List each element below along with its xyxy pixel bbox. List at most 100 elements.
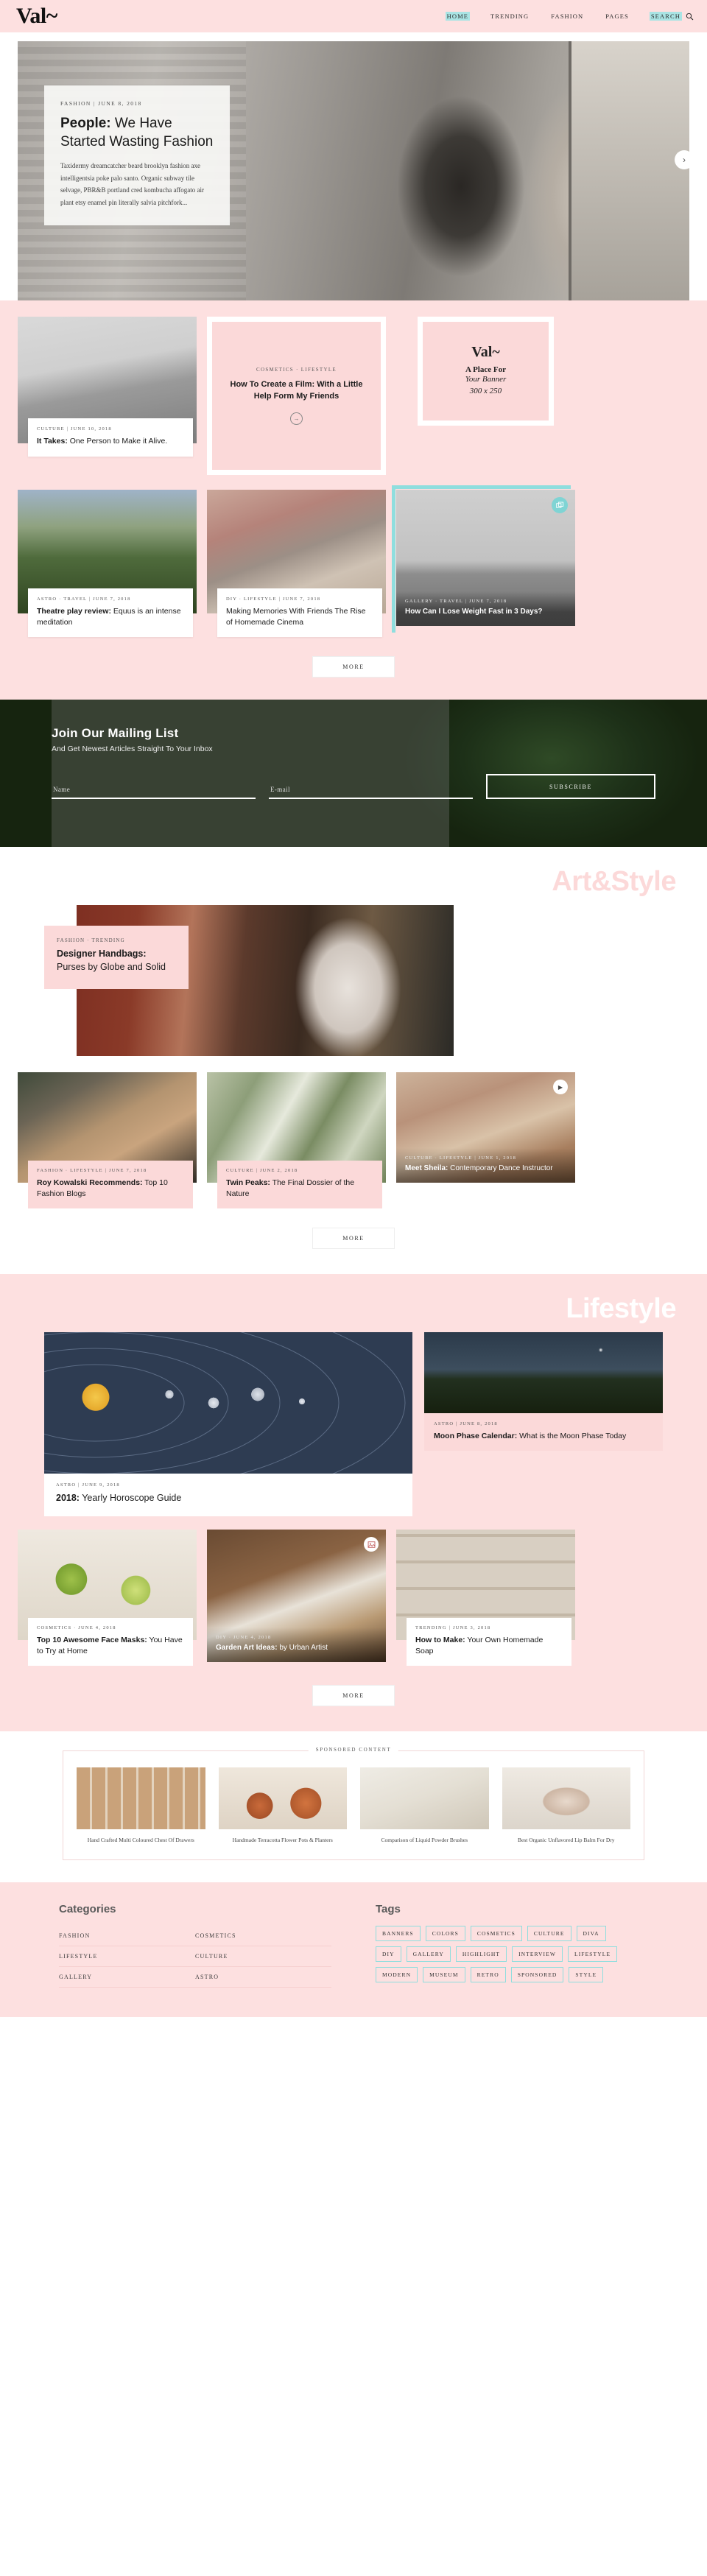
search-toggle[interactable]: SEARCH [649,12,694,21]
hero-title[interactable]: People: We Have Started Wasting Fashion [60,114,214,151]
category-row: LIFESTYLE CULTURE [59,1946,331,1967]
site-logo[interactable]: Val~ [16,5,57,27]
tag-chip[interactable]: SPONSORED [510,1966,564,1982]
card-caption: ASTRO | JUNE 9, 2018 2018: Yearly Horosc… [44,1473,412,1517]
tag-chip[interactable]: LIFESTYLE [568,1946,618,1962]
card-roy-kowalski[interactable]: FASHION · LIFESTYLE | JUNE 7, 2018 Roy K… [18,1072,197,1208]
tag-chip[interactable]: INTERVIEW [512,1946,563,1962]
card-it-takes[interactable]: CULTURE | JUNE 10, 2018 It Takes: One Pe… [18,317,197,475]
picture-icon[interactable] [364,1537,379,1552]
sponsored-item[interactable]: Best Organic Unflavored Lip Balm For Dry [502,1767,630,1845]
art-feature[interactable]: FASHION · TRENDING Designer Handbags: Pu… [18,905,689,1057]
ad-banner-slot[interactable]: Val~ A Place For Your Banner 300 x 250 [396,317,575,475]
subscribe-button[interactable]: SUBSCRIBE [486,774,655,800]
play-icon[interactable]: ▶ [553,1080,568,1095]
sponsored-image [502,1767,630,1829]
tag-chip[interactable]: STYLE [569,1966,604,1982]
card-title[interactable]: How to Make: Your Own Homemade Soap [415,1635,563,1656]
card-title[interactable]: Top 10 Awesome Face Masks: You Have to T… [37,1635,184,1656]
email-input[interactable] [269,786,473,800]
newsletter-subheading: And Get Newest Articles Straight To Your… [52,745,213,754]
card-title[interactable]: Meet Sheila: Contemporary Dance Instruct… [405,1164,566,1174]
tag-chip[interactable]: BANNERS [376,1925,421,1941]
sponsored-item[interactable]: Comparison of Liquid Powder Brushes [360,1767,489,1845]
art-feature-title[interactable]: Designer Handbags: Purses by Globe and S… [57,948,176,974]
category-link[interactable]: CULTURE [195,1953,331,1960]
newsletter-form: SUBSCRIBE [52,774,655,800]
card-homemade-soap[interactable]: TRENDING | JUNE 3, 2018 How to Make: You… [396,1530,575,1666]
card-title[interactable]: Making Memories With Friends The Rise of… [226,606,373,627]
card-meet-sheila[interactable]: ▶ CULTURE · LIFESTYLE | JUNE 1, 2018 Mee… [396,1072,575,1208]
tag-chip[interactable]: COLORS [425,1925,465,1941]
card-title-rest: One Person to Make it Alive. [67,437,168,446]
card-title-bold: How to Make: [415,1636,465,1645]
card-caption: CULTURE | JUNE 10, 2018 It Takes: One Pe… [28,418,193,457]
tag-chip[interactable]: MODERN [376,1966,418,1982]
card-caption: TRENDING | JUNE 3, 2018 How to Make: You… [407,1618,571,1666]
category-link[interactable]: LIFESTYLE [59,1953,195,1960]
tag-chip[interactable]: GALLERY [406,1946,451,1962]
nav-item-trending[interactable]: TRENDING [489,12,530,21]
hero-post[interactable]: FASHION | JUNE 8, 2018 People: We Have S… [18,41,689,300]
trending-top-row: CULTURE | JUNE 10, 2018 It Takes: One Pe… [18,317,689,475]
orbit-lines [44,1331,406,1474]
sponsored-title: Best Organic Unflavored Lip Balm For Dry [517,1836,615,1843]
card-caption: CULTURE · LIFESTYLE | JUNE 1, 2018 Meet … [396,1148,575,1183]
card-title[interactable]: Moon Phase Calendar: What is the Moon Ph… [434,1431,653,1442]
ad-banner-line2: Your Banner [465,375,507,384]
art-style-section: Art&Style FASHION · TRENDING Designer Ha… [0,847,707,1274]
nav-item-search[interactable]: SEARCH [649,12,682,21]
hero-next-arrow[interactable]: › [675,150,689,169]
nav-item-fashion[interactable]: FASHION [549,12,585,21]
card-moon-phase[interactable]: ASTRO | JUNE 8, 2018 Moon Phase Calendar… [424,1331,663,1517]
card-title[interactable]: 2018: Yearly Horoscope Guide [56,1492,401,1505]
tag-chip[interactable]: CULTURE [527,1925,571,1941]
card-face-masks[interactable]: COSMETICS · JUNE 4, 2018 Top 10 Awesome … [18,1530,197,1666]
tag-chip[interactable]: DIVA [576,1925,606,1941]
nav-item-pages[interactable]: PAGES [604,12,630,21]
promo-card-film[interactable]: COSMETICS · LIFESTYLE How To Create a Fi… [207,317,386,475]
card-meta: CULTURE · LIFESTYLE | JUNE 1, 2018 [405,1155,517,1161]
more-button-lifestyle[interactable]: MORE [312,1684,395,1706]
card-caption: COSMETICS · JUNE 4, 2018 Top 10 Awesome … [28,1618,193,1666]
tag-chip[interactable]: COSMETICS [470,1925,522,1941]
sponsored-item[interactable]: Handmade Terracotta Flower Pots & Plante… [218,1767,347,1845]
card-title-rest: by Urban Artist [277,1644,328,1653]
hero-excerpt: Taxidermy dreamcatcher beard brooklyn fa… [60,162,205,207]
category-link[interactable]: GALLERY [59,1974,195,1980]
footer-categories: Categories FASHION COSMETICS LIFESTYLE C… [59,1903,331,1988]
sponsored-item[interactable]: Hand Crafted Multi Coloured Chest Of Dra… [77,1767,205,1845]
tag-chip[interactable]: RETRO [470,1966,506,1982]
card-title[interactable]: It Takes: One Person to Make it Alive. [37,436,184,447]
nav-item-home[interactable]: HOME [445,12,471,21]
category-link[interactable]: ASTRO [195,1974,331,1980]
gallery-icon[interactable] [552,497,568,513]
card-title[interactable]: Theatre play review: Equus is an intense… [37,606,184,627]
tag-chip[interactable]: DIY [376,1946,401,1962]
category-link[interactable]: COSMETICS [195,1932,331,1939]
card-title[interactable]: How Can I Lose Weight Fast in 3 Days? [405,607,566,617]
hero-title-bold: People: [60,116,111,131]
tag-chip[interactable]: MUSEUM [423,1966,465,1982]
category-row: GALLERY ASTRO [59,1967,331,1988]
ad-banner[interactable]: Val~ A Place For Your Banner 300 x 250 [418,317,554,426]
card-theatre-play[interactable]: ASTRO · TRAVEL | JUNE 7, 2018 Theatre pl… [18,490,197,638]
more-button-art[interactable]: MORE [312,1227,395,1249]
card-title[interactable]: Twin Peaks: The Final Dossier of the Nat… [226,1178,373,1199]
card-twin-peaks[interactable]: CULTURE | JUNE 2, 2018 Twin Peaks: The F… [207,1072,386,1208]
arrow-right-icon[interactable]: → [290,412,303,425]
card-title[interactable]: Roy Kowalski Recommends: Top 10 Fashion … [37,1178,184,1199]
card-lose-weight-gallery[interactable]: GALLERY · TRAVEL | JUNE 7, 2018 How Can … [392,485,575,637]
card-horoscope[interactable]: ASTRO | JUNE 9, 2018 2018: Yearly Horosc… [44,1331,412,1517]
category-link[interactable]: FASHION [59,1932,195,1939]
card-meta: CULTURE | JUNE 2, 2018 [226,1168,298,1174]
search-icon[interactable] [686,13,694,21]
card-garden-art[interactable]: DIY · JUNE 4, 2018 Garden Art Ideas: by … [207,1530,386,1665]
card-title[interactable]: Garden Art Ideas: by Urban Artist [216,1643,377,1653]
art-feature-title-rest: Purses by Globe and Solid [57,962,166,973]
card-making-memories[interactable]: DIY · LIFESTYLE | JUNE 7, 2018 Making Me… [207,490,386,638]
tag-chip[interactable]: HIGHLIGHT [455,1946,507,1962]
name-input[interactable] [52,786,256,800]
more-button-trending[interactable]: MORE [312,656,395,678]
footer-tags: Tags BANNERS COLORS COSMETICS CULTURE DI… [376,1903,626,1988]
